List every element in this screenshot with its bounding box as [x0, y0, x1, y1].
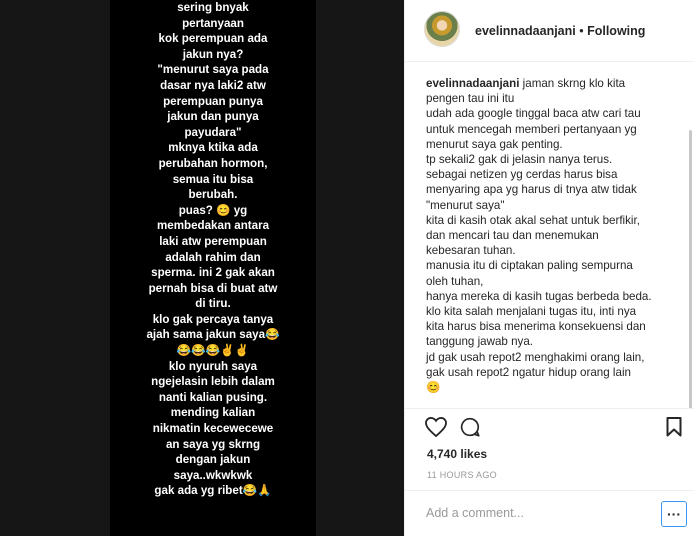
story-line: sering bnyak: [177, 1, 249, 14]
caption-line: dan mencari tau dan menemukan: [426, 229, 599, 243]
caption-scrollbar[interactable]: [689, 130, 692, 408]
story-line: membedakan antara: [156, 219, 270, 233]
caption-line: pengen tau ini itu: [426, 92, 515, 106]
caption-username[interactable]: evelinnadaanjani: [426, 77, 519, 90]
caption-line: tp sekali2 gak di jelasin nanya terus.: [426, 153, 613, 167]
caption-line: udah ada google tinggal baca atw cari ta…: [426, 107, 641, 121]
avatar[interactable]: [424, 11, 460, 47]
heart-icon[interactable]: [425, 417, 447, 437]
caption-line: kita di kasih otak akal sehat untuk berf…: [426, 213, 640, 227]
caption-line: untuk mencegah memberi pertanyaan yg: [426, 122, 637, 136]
story-line: adalah rahim dan: [165, 250, 261, 264]
bookmark-icon[interactable]: [666, 417, 682, 437]
story-line: klo nyuruh saya: [168, 359, 258, 373]
story-line: an saya yg skrng: [165, 437, 261, 451]
caption-line: "menurut saya": [426, 198, 505, 212]
story-line: nikmatin kecewecewe: [152, 422, 274, 436]
header-user: evelinnadaanjani • Following: [475, 24, 645, 38]
likes-count[interactable]: 4,740 likes: [427, 447, 487, 461]
caption-line: klo kita salah menjalani tugas itu, inti…: [426, 305, 637, 319]
story-line: di tiru.: [195, 297, 231, 311]
story-line: saya..wkwkwk: [173, 468, 253, 482]
story-line: laki atw perempuan: [159, 234, 267, 248]
caption-line: kebesaran tuhan.: [426, 244, 516, 258]
story-line: pernah bisa di buat atw: [148, 281, 278, 295]
story-line: "menurut saya pada: [157, 63, 269, 77]
action-bar: [405, 408, 694, 442]
caption-line: sebagai netizen yg cerdas harus bisa: [426, 168, 618, 182]
post-timestamp: 11 HOURS AGO: [427, 470, 497, 480]
story-line: payudara": [184, 125, 242, 139]
caption-line: menurut saya gak penting.: [426, 137, 563, 151]
caption: evelinnadaanjani jaman skrng klo kita pe…: [426, 76, 674, 395]
caption-line: manusia itu di ciptakan paling sempurna: [426, 259, 633, 273]
caption-line: 😊: [426, 381, 441, 395]
story-line: puas? 😊 yg: [178, 203, 248, 217]
story-line: kok perempuan ada: [158, 32, 268, 46]
story-line: berubah.: [188, 188, 238, 202]
story-text: sering bnyak pertanyaan kok perempuan ada j…: [110, 0, 316, 499]
story-line: jakun dan punya: [167, 110, 259, 124]
story-line: perubahan hormon,: [158, 156, 268, 170]
caption-line: tanggung jawab nya.: [426, 335, 534, 349]
caption-area[interactable]: evelinnadaanjani jaman skrng klo kita pe…: [405, 62, 694, 408]
separator-dot: •: [579, 24, 584, 38]
caption-line: jd gak usah repot2 menghakimi orang lain…: [426, 350, 645, 364]
story-line: klo gak percaya tanya: [152, 312, 274, 326]
more-options-button[interactable]: ···: [661, 501, 687, 527]
story-line: gak ada yg ribet😂🙏: [154, 484, 272, 498]
caption-line: hanya mereka di kasih tugas berbeda beda…: [426, 289, 652, 303]
caption-line: kita harus bisa menerima konsekuensi dan: [426, 320, 646, 334]
story-line: dasar nya laki2 atw: [160, 78, 266, 92]
story-line: perempuan punya: [163, 94, 263, 108]
post-image: sering bnyak pertanyaan kok perempuan ada j…: [0, 0, 404, 536]
caption-line: gak usah repot2 ngatur hidup orang lain: [426, 365, 631, 379]
username-link[interactable]: evelinnadaanjani: [475, 24, 576, 38]
comment-icon[interactable]: [460, 417, 480, 437]
caption-first-line: evelinnadaanjani jaman skrng klo kita: [426, 76, 674, 91]
story-line: mending kalian: [170, 406, 256, 420]
story-line: pertanyaan: [182, 16, 244, 30]
following-button[interactable]: Following: [587, 24, 645, 38]
story-line: dengan jakun: [175, 453, 251, 467]
story-line: sperma. ini 2 gak akan: [151, 266, 275, 280]
caption-line: menyaring apa yg harus di tnya atw tidak: [426, 183, 637, 197]
story-line: ngejelasin lebih dalam: [151, 375, 275, 389]
story-line: mknya ktika ada: [168, 141, 258, 155]
story-line: 😂😂😂✌✌: [176, 344, 250, 358]
story-line: ajah sama jakun saya😂: [146, 328, 280, 342]
caption-line: oleh tuhan,: [426, 274, 484, 288]
story-line: jakun nya?: [182, 47, 244, 61]
story-line: nanti kalian pusing.: [158, 390, 268, 404]
comment-bar: ···: [405, 490, 694, 536]
story-screenshot: sering bnyak pertanyaan kok perempuan ada j…: [110, 0, 316, 536]
story-line: semua itu bisa: [172, 172, 254, 186]
comment-input[interactable]: [426, 503, 646, 523]
post-sidebar: evelinnadaanjani • Following evelinnadaa…: [404, 0, 694, 536]
caption-first-text: jaman skrng klo kita: [522, 77, 626, 90]
post-header: evelinnadaanjani • Following: [405, 0, 694, 62]
